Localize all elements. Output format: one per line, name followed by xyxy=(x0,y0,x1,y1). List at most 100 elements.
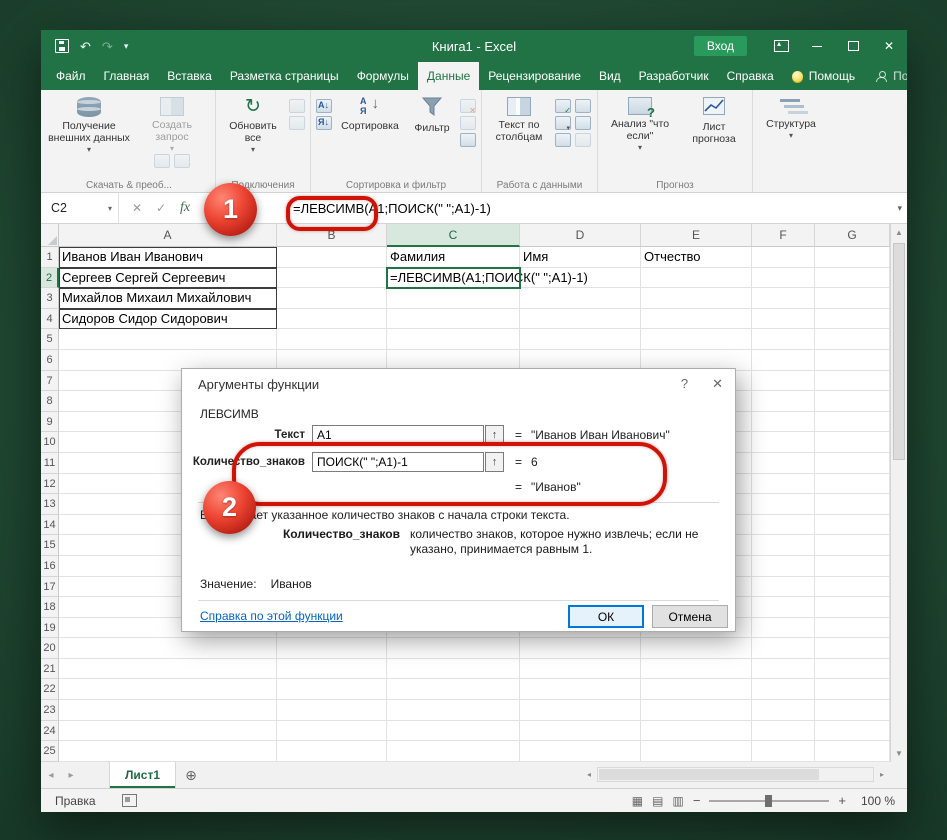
consolidate-icon[interactable] xyxy=(575,116,591,130)
cell-B25[interactable] xyxy=(277,741,387,762)
cell-E20[interactable] xyxy=(641,638,752,659)
formula-bar-expand-icon[interactable]: ▾ xyxy=(897,193,902,223)
tab-Разработчик[interactable]: Разработчик xyxy=(630,62,718,90)
row-header-22[interactable]: 22 xyxy=(41,679,59,700)
insert-function-icon[interactable]: fx xyxy=(173,200,197,216)
cell-F17[interactable] xyxy=(752,577,815,598)
cell-C22[interactable] xyxy=(387,679,520,700)
view-page-layout-icon[interactable]: ▤ xyxy=(652,794,663,808)
cell-A24[interactable] xyxy=(59,721,277,742)
cell-B1[interactable] xyxy=(277,247,387,268)
tab-Вставка[interactable]: Вставка xyxy=(158,62,221,90)
cell-C20[interactable] xyxy=(387,638,520,659)
cell-C25[interactable] xyxy=(387,741,520,762)
cell-D5[interactable] xyxy=(520,329,641,350)
horizontal-scroll-thumb[interactable] xyxy=(599,769,819,780)
cell-F18[interactable] xyxy=(752,597,815,618)
advanced-filter-icon[interactable] xyxy=(460,133,476,147)
what-if-analysis-button[interactable]: Анализ "что если" ▾ xyxy=(603,93,677,177)
cell-F14[interactable] xyxy=(752,515,815,536)
formula-cancel-icon[interactable]: ✕ xyxy=(125,201,149,215)
cell-F21[interactable] xyxy=(752,659,815,680)
cell-F23[interactable] xyxy=(752,700,815,721)
flash-fill-icon[interactable] xyxy=(555,99,571,113)
cell-G23[interactable] xyxy=(815,700,890,721)
zoom-out-icon[interactable]: − xyxy=(693,793,701,808)
cell-E1[interactable]: Отчество xyxy=(641,247,752,268)
help-link[interactable]: Справка по этой функции xyxy=(200,609,343,623)
horizontal-scrollbar[interactable]: ◂ ▸ xyxy=(581,766,890,783)
cell-C23[interactable] xyxy=(387,700,520,721)
ok-button[interactable]: ОК xyxy=(568,605,644,628)
cell-B3[interactable] xyxy=(277,288,387,309)
maximize-icon[interactable] xyxy=(835,30,871,62)
cell-A5[interactable] xyxy=(59,329,277,350)
sheet-nav-left-icon[interactable]: ◂ xyxy=(41,762,61,788)
zoom-slider-thumb[interactable] xyxy=(765,795,772,807)
cell-D20[interactable] xyxy=(520,638,641,659)
cell-G10[interactable] xyxy=(815,432,890,453)
row-header-17[interactable]: 17 xyxy=(41,577,59,598)
cell-F22[interactable] xyxy=(752,679,815,700)
cell-E25[interactable] xyxy=(641,741,752,762)
cell-F20[interactable] xyxy=(752,638,815,659)
cell-F5[interactable] xyxy=(752,329,815,350)
close-icon[interactable]: ✕ xyxy=(871,30,907,62)
tab-Справка[interactable]: Справка xyxy=(718,62,783,90)
share-button[interactable]: Поделиться xyxy=(864,62,907,90)
cell-G20[interactable] xyxy=(815,638,890,659)
minimize-icon[interactable] xyxy=(799,30,835,62)
cell-E24[interactable] xyxy=(641,721,752,742)
tab-Вид[interactable]: Вид xyxy=(590,62,630,90)
cell-C21[interactable] xyxy=(387,659,520,680)
tab-Файл[interactable]: Файл xyxy=(47,62,95,90)
cell-A3[interactable]: Михайлов Михаил Михайлович xyxy=(59,288,277,309)
cell-C5[interactable] xyxy=(387,329,520,350)
remove-duplicates-icon[interactable] xyxy=(575,99,591,113)
cell-G1[interactable] xyxy=(815,247,890,268)
row-header-23[interactable]: 23 xyxy=(41,700,59,721)
cell-B20[interactable] xyxy=(277,638,387,659)
cell-G8[interactable] xyxy=(815,391,890,412)
cell-E4[interactable] xyxy=(641,309,752,330)
cell-B2[interactable] xyxy=(277,268,387,289)
get-external-data-button[interactable]: Получение внешних данных ▾ xyxy=(48,93,130,177)
cell-G18[interactable] xyxy=(815,597,890,618)
cell-G17[interactable] xyxy=(815,577,890,598)
save-icon[interactable] xyxy=(55,39,69,53)
cell-G11[interactable] xyxy=(815,453,890,474)
cell-F25[interactable] xyxy=(752,741,815,762)
filter-button[interactable]: Фильтр xyxy=(408,93,456,177)
cell-F2[interactable] xyxy=(752,268,815,289)
row-header-11[interactable]: 11 xyxy=(41,453,59,474)
cell-G12[interactable] xyxy=(815,474,890,495)
cell-D24[interactable] xyxy=(520,721,641,742)
ribbon-display-options-icon[interactable] xyxy=(763,30,799,62)
cell-B24[interactable] xyxy=(277,721,387,742)
dialog-help-icon[interactable]: ? xyxy=(681,376,688,392)
row-header-21[interactable]: 21 xyxy=(41,659,59,680)
cell-B21[interactable] xyxy=(277,659,387,680)
cell-F12[interactable] xyxy=(752,474,815,495)
cell-F13[interactable] xyxy=(752,494,815,515)
dialog-title-bar[interactable]: Аргументы функции ? ✕ xyxy=(182,369,735,399)
cell-G19[interactable] xyxy=(815,618,890,639)
cell-E21[interactable] xyxy=(641,659,752,680)
cell-G16[interactable] xyxy=(815,556,890,577)
name-box[interactable]: C2 ▾ xyxy=(41,193,119,223)
macro-record-icon[interactable] xyxy=(122,794,137,807)
cell-D4[interactable] xyxy=(520,309,641,330)
cell-F7[interactable] xyxy=(752,371,815,392)
cell-G14[interactable] xyxy=(815,515,890,536)
cell-F6[interactable] xyxy=(752,350,815,371)
row-header-9[interactable]: 9 xyxy=(41,412,59,433)
data-validation-icon[interactable] xyxy=(555,116,571,130)
cell-F4[interactable] xyxy=(752,309,815,330)
cell-C1[interactable]: Фамилия xyxy=(387,247,520,268)
reapply-filter-icon[interactable] xyxy=(460,116,476,130)
column-header-C[interactable]: C xyxy=(387,224,520,247)
connection-properties-icon[interactable] xyxy=(289,99,305,113)
cell-G7[interactable] xyxy=(815,371,890,392)
column-header-D[interactable]: D xyxy=(520,224,641,247)
row-header-10[interactable]: 10 xyxy=(41,432,59,453)
